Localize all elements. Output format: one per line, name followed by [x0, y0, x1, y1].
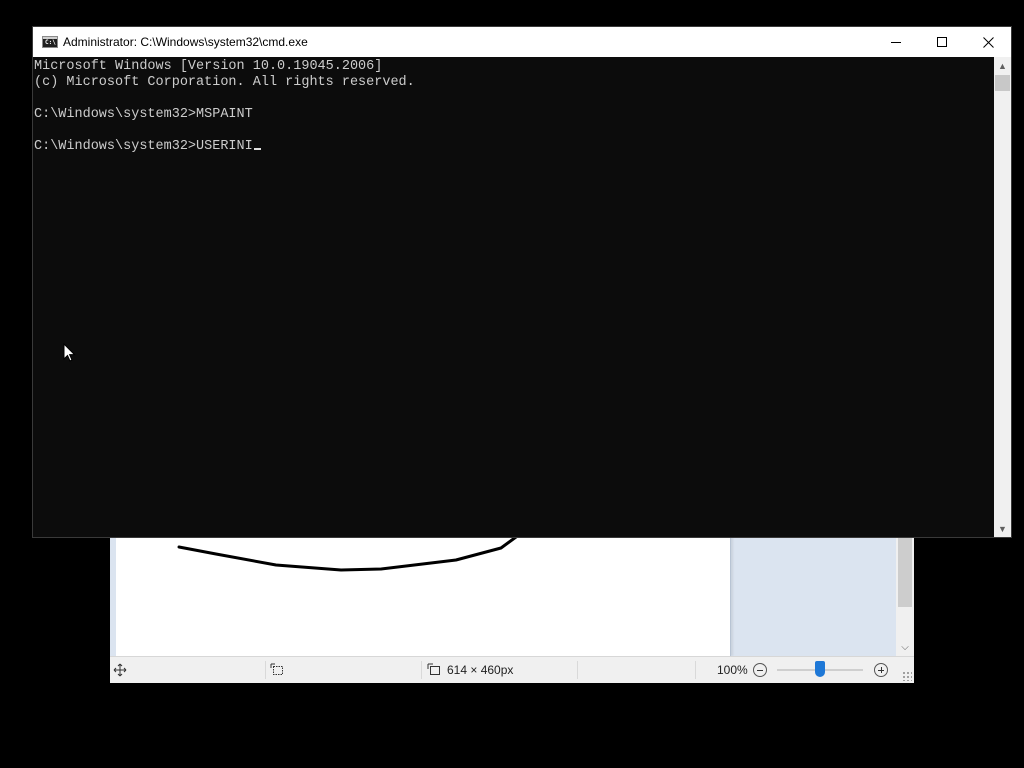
cmd-app-icon[interactable]: C:\ — [42, 36, 58, 48]
paint-scroll-thumb[interactable] — [898, 537, 912, 607]
canvas-size-icon — [427, 663, 440, 675]
cmd-window[interactable]: C:\ Administrator: C:\Windows\system32\c… — [33, 27, 1011, 537]
resize-grip-icon[interactable] — [902, 671, 912, 681]
paint-vertical-scrollbar[interactable]: ⌵ — [896, 537, 914, 656]
zoom-out-button[interactable] — [753, 657, 767, 683]
console-line: (c) Microsoft Corporation. All rights re… — [34, 75, 415, 90]
paint-status-bar: 614 × 460px 100% — [110, 656, 914, 683]
paint-canvas[interactable] — [116, 537, 730, 656]
scroll-up-arrow-icon[interactable]: ▲ — [994, 57, 1011, 74]
console-input-line[interactable]: C:\Windows\system32>USERINI — [34, 139, 994, 155]
minimize-button[interactable] — [873, 27, 919, 57]
console-line: Microsoft Windows [Version 10.0.19045.20… — [34, 59, 383, 74]
scroll-down-arrow-icon[interactable]: ▼ — [994, 520, 1011, 537]
mouse-pointer-icon — [63, 343, 76, 362]
canvas-size: 614 × 460px — [427, 657, 513, 683]
console-prompt-text: C:\Windows\system32>USERINI — [34, 139, 253, 154]
paint-workspace — [110, 537, 896, 656]
zoom-level: 100% — [717, 663, 748, 677]
scroll-down-arrow-icon[interactable]: ⌵ — [896, 638, 914, 656]
zoom-in-icon — [874, 663, 888, 677]
close-icon — [982, 36, 994, 48]
canvas-size-label: 614 × 460px — [447, 663, 514, 677]
selection-size-icon — [270, 663, 283, 675]
zoom-out-icon — [753, 663, 767, 677]
console-line: C:\Windows\system32>MSPAINT — [34, 107, 253, 122]
selection-size — [270, 657, 284, 683]
maximize-button[interactable] — [919, 27, 965, 57]
console-vertical-scrollbar[interactable]: ▲ ▼ — [994, 57, 1011, 537]
text-cursor — [253, 148, 261, 150]
drawn-stroke — [177, 537, 518, 572]
window-title: Administrator: C:\Windows\system32\cmd.e… — [63, 35, 308, 49]
console-output[interactable]: Microsoft Windows [Version 10.0.19045.20… — [33, 57, 994, 537]
console-scroll-thumb[interactable] — [995, 75, 1010, 91]
minimize-icon — [891, 42, 901, 43]
title-bar[interactable]: C:\ Administrator: C:\Windows\system32\c… — [33, 27, 1011, 57]
zoom-in-button[interactable] — [874, 657, 888, 683]
close-button[interactable] — [965, 27, 1011, 57]
paint-window[interactable]: ⌵ 614 × 460px 100% — [110, 537, 914, 683]
cursor-position — [113, 657, 127, 683]
maximize-icon — [937, 37, 947, 47]
zoom-slider-thumb[interactable] — [815, 661, 825, 677]
move-icon — [113, 663, 127, 677]
